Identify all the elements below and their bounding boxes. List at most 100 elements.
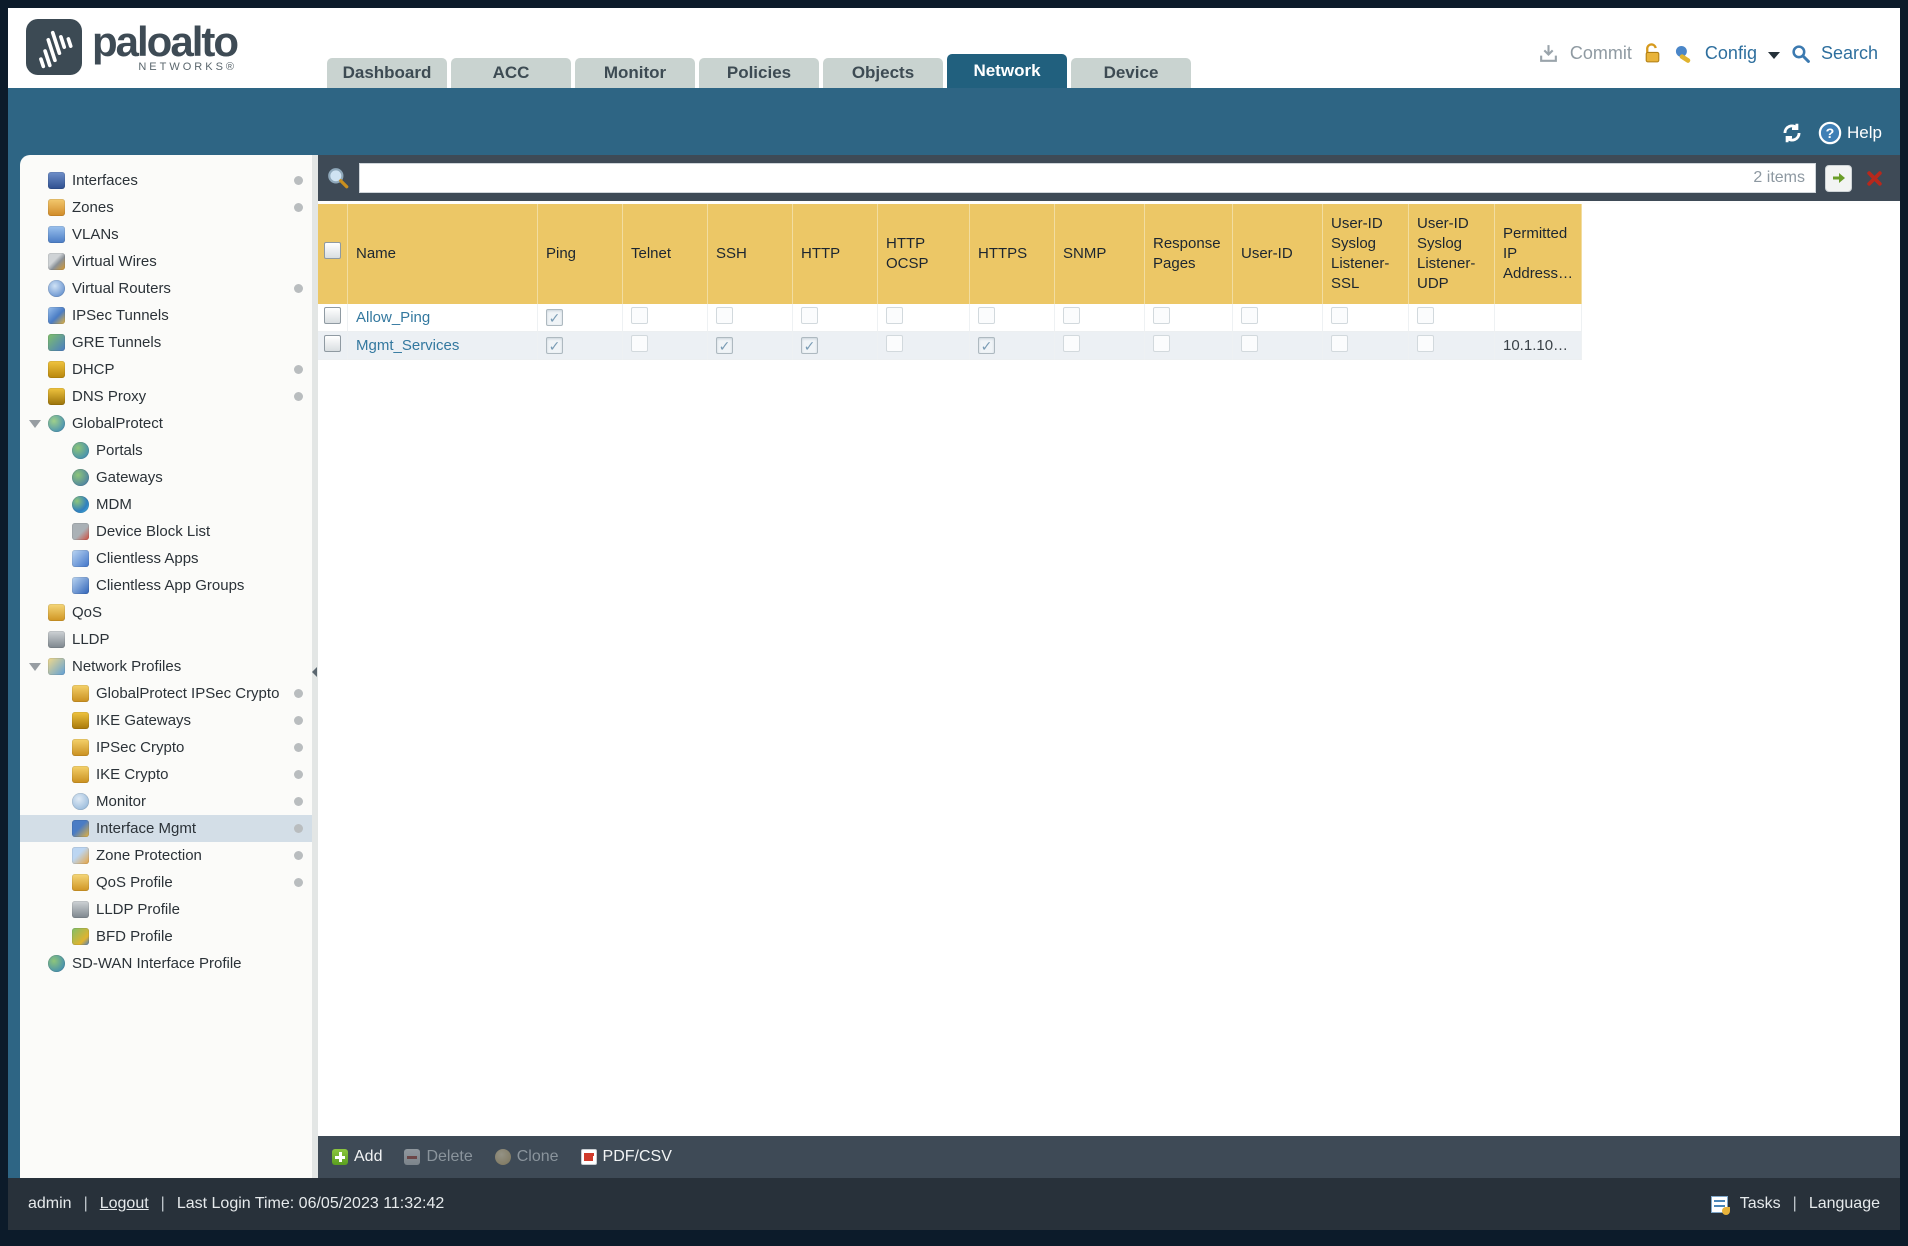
column-header-response-pages[interactable]: Response Pages — [1145, 204, 1233, 304]
green-arrow-icon — [1832, 173, 1845, 183]
config-icon[interactable] — [1673, 43, 1694, 64]
sidebar-item-portals[interactable]: Portals — [20, 437, 312, 464]
sidebar-item-gre-tunnels[interactable]: GRE Tunnels — [20, 329, 312, 356]
delete-button[interactable]: Delete — [404, 1148, 473, 1166]
cell-user-id — [1233, 332, 1323, 360]
lldp-profile-icon — [72, 901, 89, 918]
sidebar-item-ike-crypto[interactable]: IKE Crypto — [20, 761, 312, 788]
tasks-button[interactable]: Tasks — [1740, 1195, 1781, 1213]
sidebar-item-lldp-profile[interactable]: LLDP Profile — [20, 896, 312, 923]
column-header-snmp[interactable]: SNMP — [1055, 204, 1145, 304]
apply-filter-button[interactable] — [1825, 164, 1852, 192]
sidebar-item-zones[interactable]: Zones — [20, 194, 312, 221]
select-all-checkbox[interactable] — [324, 242, 341, 260]
config-button[interactable]: Config — [1705, 43, 1757, 64]
column-header-http-ocsp[interactable]: HTTP OCSP — [878, 204, 970, 304]
http-checkbox: ✓ — [801, 336, 818, 354]
sidebar-item-clientless-app-groups[interactable]: Clientless App Groups — [20, 572, 312, 599]
column-header-user-id-syslog-listener-ssl[interactable]: User-ID Syslog Listener-SSL — [1323, 204, 1409, 304]
sidebar-item-zone-protection[interactable]: Zone Protection — [20, 842, 312, 869]
column-header-http[interactable]: HTTP — [793, 204, 878, 304]
column-header-user-id-syslog-listener-udp[interactable]: User-ID Syslog Listener-UDP — [1409, 204, 1495, 304]
collapse-sidebar-icon[interactable] — [312, 666, 317, 677]
column-header-user-id[interactable]: User-ID — [1233, 204, 1323, 304]
tab-policies[interactable]: Policies — [699, 58, 819, 88]
expander-caret-icon[interactable] — [29, 420, 41, 428]
sidebar-item-lldp[interactable]: LLDP — [20, 626, 312, 653]
logout-link[interactable]: Logout — [100, 1195, 149, 1213]
tasks-icon[interactable] — [1710, 1195, 1730, 1215]
sidebar-item-interface-mgmt[interactable]: Interface Mgmt — [20, 815, 312, 842]
column-header-ssh[interactable]: SSH — [708, 204, 793, 304]
tab-dashboard[interactable]: Dashboard — [327, 58, 447, 88]
sidebar-item-ipsec-tunnels[interactable]: IPSec Tunnels — [20, 302, 312, 329]
language-button[interactable]: Language — [1809, 1195, 1880, 1213]
user-id-syslog-listener-udp-checkbox — [1417, 335, 1434, 352]
subheader-bar: ? Help — [8, 88, 1900, 155]
expander-caret-icon[interactable] — [29, 663, 41, 671]
sidebar-item-network-profiles[interactable]: Network Profiles — [20, 653, 312, 680]
sidebar-item-globalprotect[interactable]: GlobalProtect — [20, 410, 312, 437]
table-row: Allow_Ping ✓ — [318, 304, 1583, 332]
row-select-cell — [318, 332, 348, 360]
clone-button[interactable]: Clone — [494, 1148, 559, 1166]
sidebar-item-qos-profile[interactable]: QoS Profile — [20, 869, 312, 896]
row-checkbox[interactable] — [324, 307, 341, 324]
column-header-telnet[interactable]: Telnet — [623, 204, 708, 304]
commit-button[interactable]: Commit — [1570, 43, 1632, 64]
sidebar-item-interfaces[interactable]: Interfaces — [20, 167, 312, 194]
sidebar-item-device-block-list[interactable]: Device Block List — [20, 518, 312, 545]
sidebar-item-globalprotect-ipsec-crypto[interactable]: GlobalProtect IPSec Crypto — [20, 680, 312, 707]
sidebar-item-dhcp[interactable]: DHCP — [20, 356, 312, 383]
refresh-button[interactable] — [1780, 121, 1804, 145]
sidebar-item-gateways[interactable]: Gateways — [20, 464, 312, 491]
sidebar-item-virtual-wires[interactable]: Virtual Wires — [20, 248, 312, 275]
cell-user-id-syslog-listener-udp — [1409, 332, 1495, 360]
search-button[interactable]: Search — [1821, 43, 1878, 64]
column-header-https[interactable]: HTTPS — [970, 204, 1055, 304]
clear-filter-button[interactable] — [1861, 165, 1888, 192]
commit-icon[interactable] — [1538, 43, 1559, 64]
column-header-ping[interactable]: Ping — [538, 204, 623, 304]
dns-proxy-icon — [48, 388, 65, 405]
sidebar-item-virtual-routers[interactable]: Virtual Routers — [20, 275, 312, 302]
sidebar-item-vlans[interactable]: VLANs — [20, 221, 312, 248]
sidebar-item-mdm[interactable]: MDM — [20, 491, 312, 518]
sidebar-item-qos[interactable]: QoS — [20, 599, 312, 626]
select-all-header-cell — [318, 204, 348, 304]
cell-ping: ✓ — [538, 304, 623, 332]
search-icon[interactable] — [1791, 44, 1810, 63]
sidebar-item-sd-wan-interface-profile[interactable]: SD-WAN Interface Profile — [20, 950, 312, 977]
sidebar-item-bfd-profile[interactable]: BFD Profile — [20, 923, 312, 950]
sidebar-item-ipsec-crypto[interactable]: IPSec Crypto — [20, 734, 312, 761]
ping-checkbox: ✓ — [546, 308, 563, 326]
table-filter-input[interactable] — [360, 164, 1815, 192]
profile-name-link[interactable]: Allow_Ping — [356, 309, 430, 326]
sidebar-item-monitor[interactable]: Monitor — [20, 788, 312, 815]
sidebar-item-label: GRE Tunnels — [72, 334, 162, 351]
sidebar-item-clientless-apps[interactable]: Clientless Apps — [20, 545, 312, 572]
filter-search-icon[interactable] — [326, 166, 350, 190]
config-caret-icon[interactable] — [1767, 52, 1780, 59]
pending-change-dot — [294, 689, 303, 698]
sidebar-resize-divider[interactable] — [312, 155, 318, 1178]
add-button[interactable]: Add — [332, 1148, 382, 1166]
profile-name-link[interactable]: Mgmt_Services — [356, 337, 459, 354]
unlocked-padlock-icon[interactable] — [1643, 43, 1662, 64]
tab-network[interactable]: Network — [947, 54, 1067, 88]
tab-objects[interactable]: Objects — [823, 58, 943, 88]
column-header-name[interactable]: Name — [348, 204, 538, 304]
refresh-icon — [1783, 123, 1801, 143]
tab-acc[interactable]: ACC — [451, 58, 571, 88]
sidebar-item-dns-proxy[interactable]: DNS Proxy — [20, 383, 312, 410]
pdf-csv-button[interactable]: PDF/CSV — [580, 1148, 672, 1166]
user-id-syslog-listener-udp-checkbox — [1417, 307, 1434, 324]
network-tree-sidebar: Interfaces Zones VLANs Virtual Wires Virtual… — [20, 155, 312, 1178]
app-header: paloalto NETWORKS® Dashboard ACC Monitor Po… — [8, 8, 1900, 88]
help-button[interactable]: ? Help — [1818, 121, 1882, 145]
sidebar-item-ike-gateways[interactable]: IKE Gateways — [20, 707, 312, 734]
tab-monitor[interactable]: Monitor — [575, 58, 695, 88]
row-checkbox[interactable] — [324, 335, 341, 352]
column-header-permitted-ip-address[interactable]: Permitted IP Address… — [1495, 204, 1583, 304]
tab-device[interactable]: Device — [1071, 58, 1191, 88]
